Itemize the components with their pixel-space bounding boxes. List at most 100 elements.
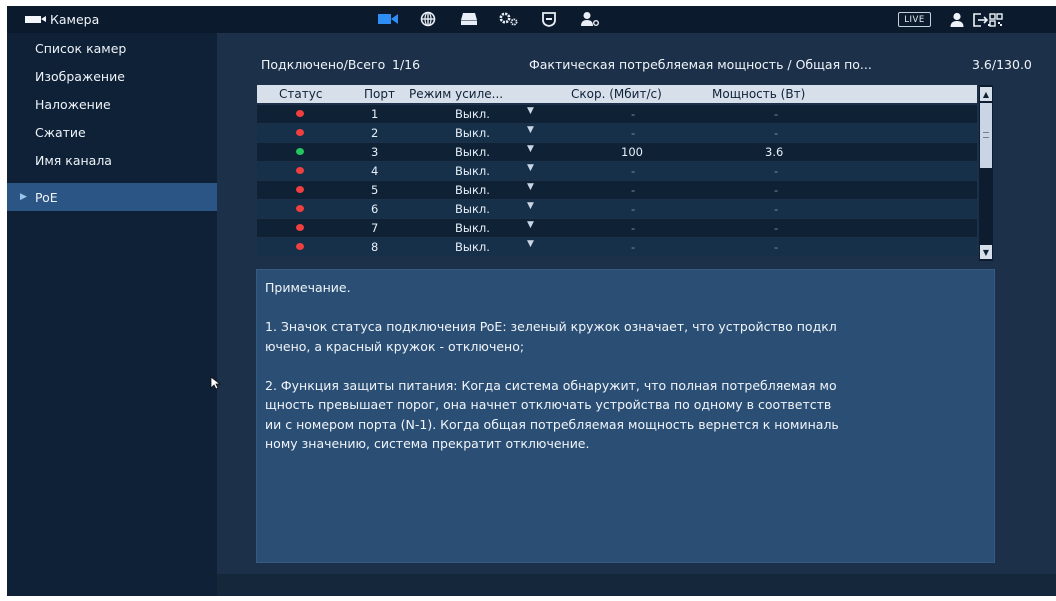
sidebar-item-label: Наложение — [35, 96, 111, 112]
chevron-down-icon[interactable]: ▼ — [527, 182, 534, 192]
status-dot — [296, 129, 304, 136]
table-row: 6 Выкл. ▼ - - — [257, 200, 977, 218]
power-cell: - — [774, 202, 779, 216]
sidebar-item-encode[interactable]: Сжатие — [7, 118, 217, 146]
chevron-down-icon[interactable]: ▼ — [527, 220, 534, 230]
table-header: Статус Порт Режим усиле... Скор. (Мбит/с… — [257, 85, 977, 103]
chevron-down-icon[interactable]: ▼ — [527, 239, 534, 249]
scrollbar-thumb[interactable] — [980, 103, 992, 168]
chevron-down-icon[interactable]: ▼ — [527, 201, 534, 211]
speed-cell: - — [631, 183, 636, 197]
settings-icon[interactable] — [498, 9, 520, 29]
user-icon[interactable] — [946, 10, 968, 30]
sidebar-item-overlay[interactable]: Наложение — [7, 90, 217, 118]
status-dot — [296, 167, 304, 174]
speed-cell: 100 — [621, 145, 643, 159]
note-item-1: 1. Значок статуса подключения PoE: зелен… — [265, 319, 837, 354]
status-dot — [296, 224, 304, 231]
speed-cell: - — [631, 221, 636, 235]
speed-cell: - — [631, 164, 636, 178]
power-cell: 3.6 — [765, 145, 784, 159]
sidebar-item-label: Сжатие — [35, 124, 86, 140]
port-cell: 6 — [371, 202, 379, 216]
note-item-2: 2. Функция защиты питания: Когда система… — [265, 377, 839, 452]
speed-cell: - — [631, 107, 636, 121]
power-label: Фактическая потребляемая мощность / Обща… — [529, 57, 872, 72]
chevron-down-icon[interactable]: ▼ — [527, 144, 534, 154]
status-dot — [296, 243, 304, 250]
sidebar: Список камер Изображение Наложение Сжати… — [7, 33, 217, 596]
power-cell: - — [774, 221, 779, 235]
mouse-cursor-icon — [210, 375, 222, 390]
mode-select[interactable]: Выкл. — [455, 145, 490, 159]
poe-table: Статус Порт Режим усиле... Скор. (Мбит/с… — [257, 85, 997, 261]
port-cell: 2 — [371, 126, 379, 140]
sidebar-item-label: Список камер — [35, 40, 127, 56]
sidebar-item-label: Имя канала — [35, 152, 112, 168]
connected-value: 1/16 — [392, 57, 421, 72]
table-row: 4 Выкл. ▼ - - — [257, 162, 977, 180]
chevron-down-icon[interactable]: ▼ — [527, 106, 534, 116]
sidebar-item-label: Изображение — [35, 68, 125, 84]
chevron-right-icon: ▶ — [20, 192, 27, 202]
table-scrollbar[interactable]: ▲ ▼ — [979, 85, 993, 261]
note-title: Примечание. — [265, 280, 351, 295]
live-button[interactable]: LIVE — [898, 12, 931, 27]
mode-select[interactable]: Выкл. — [455, 126, 490, 140]
port-cell: 5 — [371, 183, 379, 197]
sidebar-item-channel-name[interactable]: Имя канала — [7, 146, 217, 174]
speed-cell: - — [631, 240, 636, 254]
camera-icon[interactable] — [377, 9, 399, 29]
chevron-down-icon[interactable]: ▼ — [527, 125, 534, 135]
note-panel: Примечание. 1. Значок статуса подключени… — [256, 269, 995, 563]
top-bar: Камера LIVE — [7, 6, 1056, 33]
column-header-port[interactable]: Порт — [364, 87, 395, 101]
storage-icon[interactable] — [458, 9, 480, 29]
speed-cell: - — [631, 126, 636, 140]
power-cell: - — [774, 240, 779, 254]
sidebar-item-image[interactable]: Изображение — [7, 62, 217, 90]
power-cell: - — [774, 107, 779, 121]
table-row: 2 Выкл. ▼ - - — [257, 124, 977, 142]
app-title: Камера — [25, 6, 99, 33]
status-dot — [296, 205, 304, 212]
mode-select[interactable]: Выкл. — [455, 240, 490, 254]
port-cell: 8 — [371, 240, 379, 254]
chevron-down-icon[interactable]: ▼ — [527, 163, 534, 173]
power-cell: - — [774, 126, 779, 140]
security-icon[interactable] — [538, 9, 560, 29]
port-cell: 1 — [371, 107, 379, 121]
mode-select[interactable]: Выкл. — [455, 221, 490, 235]
power-cell: - — [774, 164, 779, 178]
network-icon[interactable] — [417, 9, 439, 29]
mode-select[interactable]: Выкл. — [455, 107, 490, 121]
table-row: 1 Выкл. ▼ - - — [257, 105, 977, 123]
sidebar-item-label: PoE — [35, 189, 58, 205]
column-header-power[interactable]: Мощность (Вт) — [712, 87, 805, 101]
scroll-down-icon[interactable]: ▼ — [980, 245, 992, 259]
column-header-status[interactable]: Статус — [279, 87, 322, 101]
status-dot — [296, 148, 304, 155]
table-row: 8 Выкл. ▼ - - — [257, 238, 977, 256]
column-header-speed[interactable]: Скор. (Мбит/с) — [571, 87, 662, 101]
column-header-mode[interactable]: Режим усиле... — [409, 87, 503, 101]
scroll-up-icon[interactable]: ▲ — [980, 87, 992, 101]
speed-cell: - — [631, 202, 636, 216]
table-row: 3 Выкл. ▼ 100 3.6 — [257, 143, 977, 161]
app-title-text: Камера — [50, 12, 100, 27]
mode-select[interactable]: Выкл. — [455, 202, 490, 216]
sidebar-item-poe[interactable]: ▶ PoE — [7, 183, 217, 211]
sidebar-item-camera-list[interactable]: Список камер — [7, 34, 217, 62]
qr-code-icon[interactable] — [989, 10, 1003, 30]
mode-select[interactable]: Выкл. — [455, 164, 490, 178]
table-row: 7 Выкл. ▼ - - — [257, 219, 977, 237]
camera-icon — [25, 16, 46, 23]
power-value: 3.6/130.0 — [972, 57, 1032, 72]
mode-select[interactable]: Выкл. — [455, 183, 490, 197]
port-cell: 3 — [371, 145, 379, 159]
power-cell: - — [774, 183, 779, 197]
app-window: Камера LIVE Список камер Изображение Нал… — [7, 6, 1056, 596]
status-dot — [296, 186, 304, 193]
status-dot — [296, 110, 304, 117]
account-icon[interactable] — [579, 9, 601, 29]
